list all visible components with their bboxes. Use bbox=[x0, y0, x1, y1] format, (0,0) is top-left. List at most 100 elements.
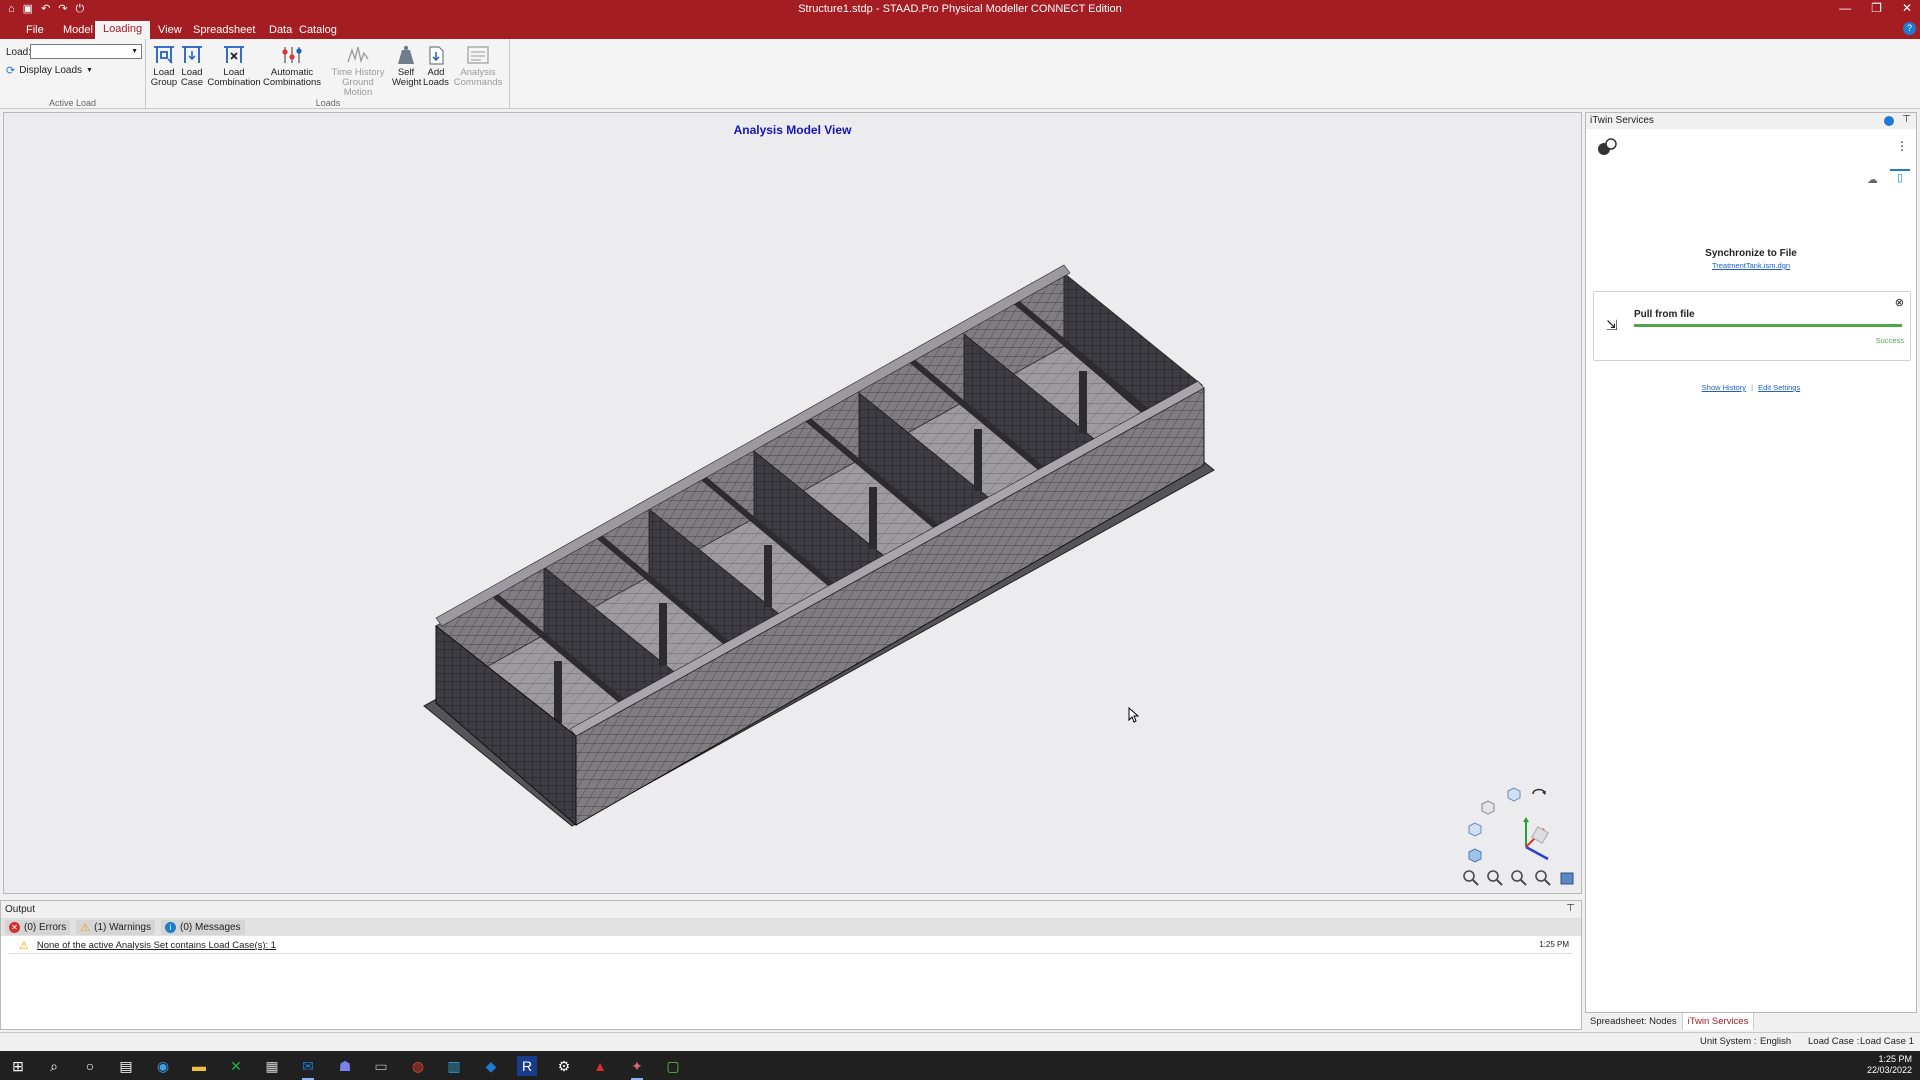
ribbon: Load: ▼ ⟳ Display Loads ▼ Active Load Lo… bbox=[0, 39, 1920, 109]
unit-system-label: Unit System : bbox=[1700, 1036, 1757, 1047]
mail-icon[interactable]: ▭ bbox=[371, 1056, 391, 1076]
error-icon: ✕ bbox=[9, 922, 20, 933]
green-app-icon[interactable]: ▢ bbox=[663, 1056, 683, 1076]
view-cube-front-icon[interactable] bbox=[1467, 821, 1483, 840]
output-header: Output ⊤ bbox=[1, 901, 1581, 919]
task-view-icon[interactable]: ▤ bbox=[116, 1056, 136, 1076]
taskbar-clock[interactable]: 1:25 PM 22/03/2022 bbox=[1867, 1054, 1912, 1076]
load-group-button[interactable]: Load Group bbox=[150, 44, 178, 88]
output-row[interactable]: ⚠ None of the active Analysis Set contai… bbox=[9, 938, 1573, 954]
info-icon[interactable] bbox=[1884, 116, 1894, 126]
tab-file[interactable]: File bbox=[18, 22, 52, 39]
zoom-in-icon[interactable] bbox=[1462, 869, 1480, 890]
view-cube-top-icon[interactable] bbox=[1506, 786, 1522, 805]
zoom-extents-icon[interactable] bbox=[1534, 869, 1552, 890]
automatic-combinations-button[interactable]: Automatic Combinations bbox=[262, 44, 322, 88]
revit-icon[interactable]: R bbox=[517, 1056, 537, 1076]
analysis-commands-button[interactable]: Analysis Commands bbox=[452, 44, 504, 88]
file-explorer-icon[interactable]: ▬ bbox=[189, 1056, 209, 1076]
loads-group: Load Group Load Case Load Combination Autom… bbox=[147, 39, 510, 109]
tab-spreadsheet[interactable]: Spreadsheet bbox=[185, 22, 263, 39]
chrome-icon[interactable]: ◍ bbox=[408, 1056, 428, 1076]
edit-settings-link[interactable]: Edit Settings bbox=[1758, 383, 1800, 392]
output-title: Output bbox=[5, 904, 36, 915]
staad-pro-icon[interactable]: ✦ bbox=[627, 1056, 647, 1080]
tank-model-render[interactable] bbox=[4, 113, 1581, 893]
windows-start-icon[interactable]: ⊞ bbox=[8, 1056, 28, 1076]
pull-title: Pull from file bbox=[1634, 309, 1695, 320]
window-title: Structure1.stdp - STAAD.Pro Physical Mod… bbox=[798, 3, 1122, 15]
outlook-icon[interactable]: ✉ bbox=[298, 1056, 318, 1080]
tab-itwin-services[interactable]: iTwin Services bbox=[1682, 1013, 1755, 1030]
load-case-value[interactable]: Load Case 1 bbox=[1860, 1036, 1914, 1047]
tab-loading[interactable]: Loading bbox=[95, 21, 151, 39]
pull-progress-bar bbox=[1634, 324, 1902, 327]
errors-filter[interactable]: ✕ (0) Errors bbox=[5, 920, 71, 935]
itwin-title: iTwin Services bbox=[1590, 115, 1654, 126]
add-loads-icon bbox=[429, 46, 444, 65]
automatic-combinations-icon bbox=[282, 47, 302, 63]
building-app-icon[interactable]: ▥ bbox=[444, 1056, 464, 1076]
messages-filter[interactable]: i (0) Messages bbox=[160, 920, 245, 935]
app-shield-icon[interactable]: ◆ bbox=[481, 1056, 501, 1076]
pin-icon[interactable]: ⊤ bbox=[1566, 903, 1575, 914]
sync-file-link[interactable]: TreatmentTank.ism.dgn bbox=[1586, 261, 1916, 270]
help-icon[interactable]: ? bbox=[1903, 22, 1916, 35]
load-case-button[interactable]: Load Case bbox=[178, 44, 206, 88]
load-combination-icon bbox=[224, 46, 244, 63]
clock-time: 1:25 PM bbox=[1878, 1054, 1912, 1064]
view-cube-iso-icon[interactable] bbox=[1480, 799, 1496, 818]
restore-button[interactable]: ❐ bbox=[1871, 1, 1882, 15]
info-icon: i bbox=[164, 922, 176, 933]
warning-icon: ⚠ bbox=[19, 940, 29, 952]
pan-view-icon[interactable] bbox=[1558, 869, 1576, 890]
minimize-button[interactable]: — bbox=[1839, 1, 1851, 15]
unit-system-value[interactable]: English bbox=[1760, 1036, 1791, 1047]
axis-triad-icon bbox=[1512, 815, 1552, 866]
mouse-cursor-icon bbox=[1128, 706, 1140, 726]
tab-spreadsheet-nodes[interactable]: Spreadsheet: Nodes bbox=[1585, 1013, 1683, 1030]
title-bar: ⌂ ▣ ↶ ↷ ⏻ Structure1.stdp - STAAD.Pro Ph… bbox=[0, 0, 1920, 19]
edge-browser-icon[interactable]: ◉ bbox=[153, 1056, 173, 1076]
output-message[interactable]: None of the active Analysis Set contains… bbox=[37, 940, 276, 951]
more-options-icon[interactable]: ⋮ bbox=[1896, 139, 1908, 153]
warnings-filter[interactable]: ⚠ (1) Warnings bbox=[76, 920, 155, 935]
teams-icon[interactable]: ☗ bbox=[335, 1056, 355, 1076]
load-combination-button[interactable]: Load Combination bbox=[206, 44, 262, 88]
search-icon[interactable]: ⌕ bbox=[44, 1056, 64, 1076]
cloud-icon[interactable]: ☁ bbox=[1867, 173, 1878, 186]
load-select[interactable]: ▼ bbox=[30, 44, 142, 59]
show-history-link[interactable]: Show History bbox=[1702, 383, 1746, 392]
excel-icon[interactable]: ✕ bbox=[226, 1056, 246, 1076]
group-label-loads: Loads bbox=[315, 98, 341, 108]
close-icon[interactable]: ⊗ bbox=[1895, 296, 1904, 309]
itwin-header: iTwin Services ⊤ bbox=[1586, 113, 1916, 129]
load-label: Load: bbox=[6, 47, 32, 58]
zoom-window-icon[interactable] bbox=[1510, 869, 1528, 890]
itwin-links: Show History | Edit Settings bbox=[1586, 383, 1916, 392]
zoom-out-icon[interactable] bbox=[1486, 869, 1504, 890]
tab-view[interactable]: View bbox=[150, 22, 190, 39]
window-controls: — ❐ ✕ bbox=[1839, 1, 1912, 15]
side-panel-tabs: Spreadsheet: Nodes iTwin Services bbox=[1585, 1012, 1917, 1030]
add-loads-button[interactable]: Add Loads bbox=[422, 44, 450, 88]
file-icon[interactable]: ▯ bbox=[1890, 169, 1910, 189]
self-weight-button[interactable]: Self Weight bbox=[392, 44, 421, 88]
pin-icon[interactable]: ⊤ bbox=[1902, 114, 1911, 125]
rotate-view-icon[interactable] bbox=[1530, 786, 1548, 801]
analysis-model-view[interactable]: Analysis Model View bbox=[3, 112, 1582, 894]
ribbon-tabs: File Model Loading View Spreadsheet Data… bbox=[0, 19, 1920, 39]
time-history-button[interactable]: Time History Ground Motion bbox=[327, 44, 389, 98]
view-cube-side-icon[interactable] bbox=[1467, 847, 1483, 866]
close-button[interactable]: ✕ bbox=[1902, 1, 1912, 15]
load-case-label: Load Case : bbox=[1808, 1036, 1860, 1047]
pdf-icon[interactable]: ▲ bbox=[590, 1056, 610, 1076]
display-loads-button[interactable]: ⟳ Display Loads ▼ bbox=[6, 64, 93, 77]
app-icon[interactable]: ▦ bbox=[262, 1056, 282, 1076]
cortana-icon[interactable]: ○ bbox=[80, 1056, 100, 1076]
tab-catalog[interactable]: Catalog bbox=[291, 22, 345, 39]
settings-gear-icon[interactable]: ⚙ bbox=[554, 1056, 574, 1076]
active-load-group: Load: ▼ ⟳ Display Loads ▼ Active Load bbox=[0, 39, 146, 109]
output-panel: Output ⊤ ✕ (0) Errors ⚠ (1) Warnings i (… bbox=[0, 900, 1582, 1030]
chevron-down-icon: ▼ bbox=[131, 48, 138, 55]
